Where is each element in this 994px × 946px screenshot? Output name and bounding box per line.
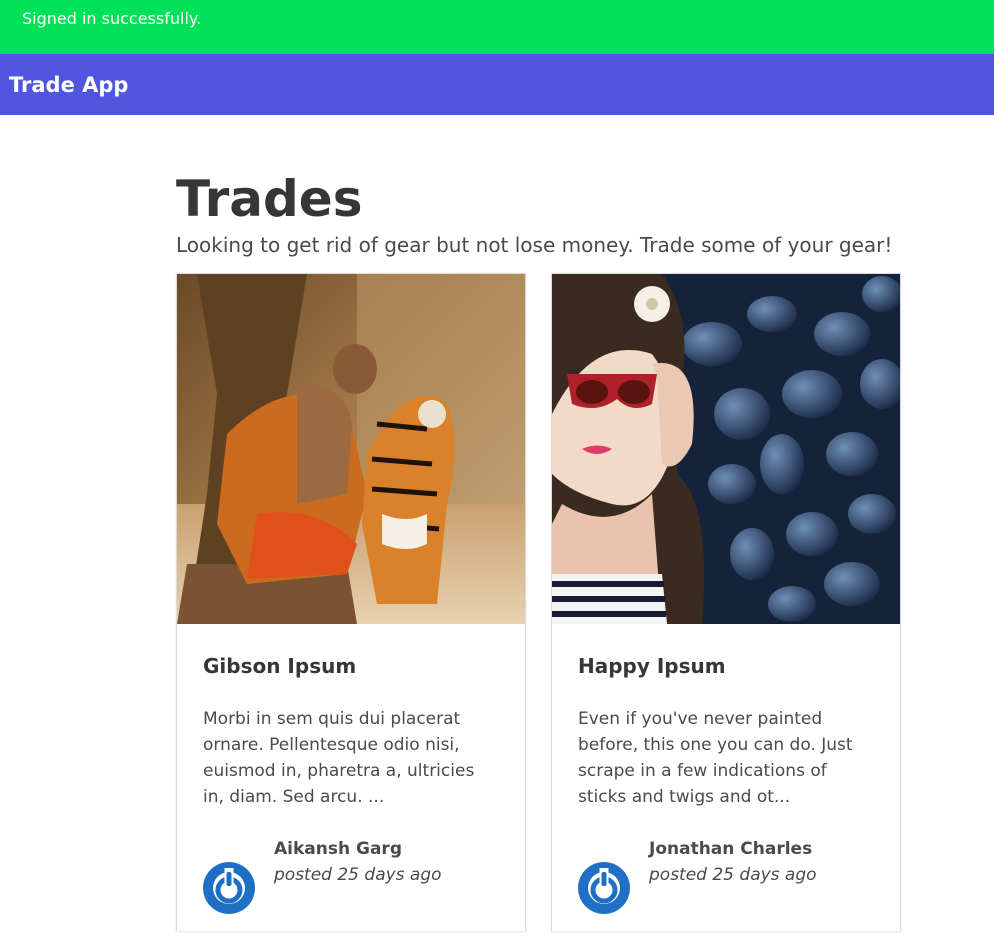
author-info: Aikansh Garg posted 25 days ago xyxy=(274,836,442,914)
main-content: Trades Looking to get rid of gear but no… xyxy=(176,115,903,931)
flash-notice: Signed in successfully. xyxy=(0,0,994,54)
author-block: Aikansh Garg posted 25 days ago xyxy=(203,836,499,914)
author-name: Jonathan Charles xyxy=(649,839,813,859)
page-title: Trades xyxy=(176,170,363,228)
card-title[interactable]: Happy Ipsum xyxy=(578,652,874,680)
trade-card[interactable]: Gibson Ipsum Morbi in sem quis dui place… xyxy=(176,273,526,931)
card-description: Even if you've never painted before, thi… xyxy=(578,709,853,807)
trade-card[interactable]: Happy Ipsum Even if you've never painted… xyxy=(551,273,901,931)
card-description: Morbi in sem quis dui placerat ornare. P… xyxy=(203,709,475,807)
card-body: Happy Ipsum Even if you've never painted… xyxy=(552,624,900,914)
trade-list: Gibson Ipsum Morbi in sem quis dui place… xyxy=(176,273,903,931)
brand-link[interactable]: Trade App xyxy=(9,73,128,97)
card-title[interactable]: Gibson Ipsum xyxy=(203,652,499,680)
author-name: Aikansh Garg xyxy=(274,839,402,859)
posted-time: posted 25 days ago xyxy=(274,865,442,885)
page-subtitle: Looking to get rid of gear but not lose … xyxy=(176,233,893,257)
posted-time: posted 25 days ago xyxy=(649,865,817,885)
flash-message: Signed in successfully. xyxy=(22,9,202,28)
trade-image[interactable] xyxy=(177,274,526,624)
navbar: Trade App xyxy=(0,54,994,115)
author-block: Jonathan Charles posted 25 days ago xyxy=(578,836,874,914)
author-info: Jonathan Charles posted 25 days ago xyxy=(649,836,817,914)
power-avatar-icon xyxy=(203,862,255,914)
card-body: Gibson Ipsum Morbi in sem quis dui place… xyxy=(177,624,525,914)
trade-image[interactable] xyxy=(552,274,901,624)
power-avatar-icon xyxy=(578,862,630,914)
